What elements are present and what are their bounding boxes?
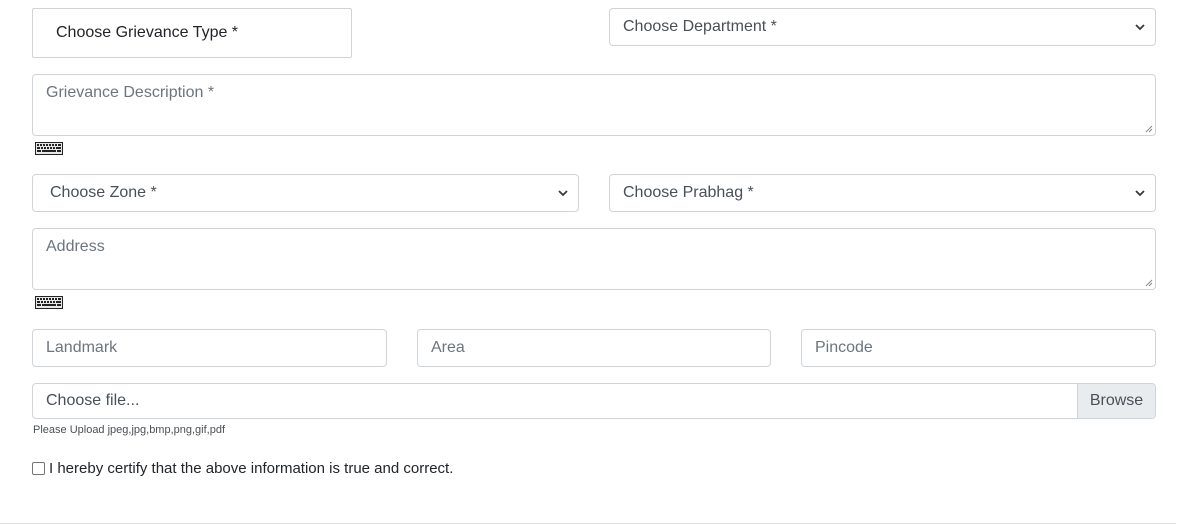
keyboard-icon[interactable] <box>35 296 63 309</box>
department-select[interactable]: Choose Department * <box>609 8 1156 46</box>
chevron-down-icon <box>1135 190 1145 197</box>
chevron-down-icon <box>1135 24 1145 31</box>
pincode-input[interactable]: Pincode <box>801 329 1156 367</box>
grievance-description-textarea[interactable]: Grievance Description * <box>32 74 1156 136</box>
description-placeholder: Grievance Description * <box>46 84 215 101</box>
resize-handle-icon[interactable] <box>1145 279 1153 287</box>
address-placeholder: Address <box>46 238 105 255</box>
certify-label: I hereby certify that the above informat… <box>49 460 454 477</box>
prabhag-select[interactable]: Choose Prabhag * <box>609 174 1156 212</box>
file-upload-hint: Please Upload jpeg,jpg,bmp,png,gif,pdf <box>33 424 226 436</box>
pincode-placeholder: Pincode <box>815 339 873 356</box>
keyboard-icon[interactable] <box>35 142 63 155</box>
grievance-type-selector[interactable]: Choose Grievance Type * <box>32 8 352 58</box>
zone-placeholder: Choose Zone * <box>50 184 157 201</box>
browse-button[interactable]: Browse <box>1077 384 1155 418</box>
zone-select[interactable]: Choose Zone * <box>32 174 579 212</box>
landmark-input[interactable]: Landmark <box>32 329 387 367</box>
certify-checkbox[interactable] <box>32 462 45 475</box>
certify-row: I hereby certify that the above informat… <box>32 460 453 477</box>
resize-handle-icon[interactable] <box>1145 125 1153 133</box>
address-textarea[interactable]: Address <box>32 228 1156 290</box>
divider <box>0 523 1176 524</box>
landmark-placeholder: Landmark <box>46 339 118 356</box>
area-placeholder: Area <box>431 339 465 356</box>
prabhag-placeholder: Choose Prabhag * <box>623 184 754 201</box>
chevron-down-icon <box>558 190 568 197</box>
file-upload-input[interactable]: Choose file... Browse <box>32 383 1156 419</box>
file-placeholder: Choose file... <box>46 392 140 409</box>
department-placeholder: Choose Department * <box>623 18 777 35</box>
area-input[interactable]: Area <box>417 329 771 367</box>
grievance-type-label: Choose Grievance Type * <box>56 24 239 41</box>
